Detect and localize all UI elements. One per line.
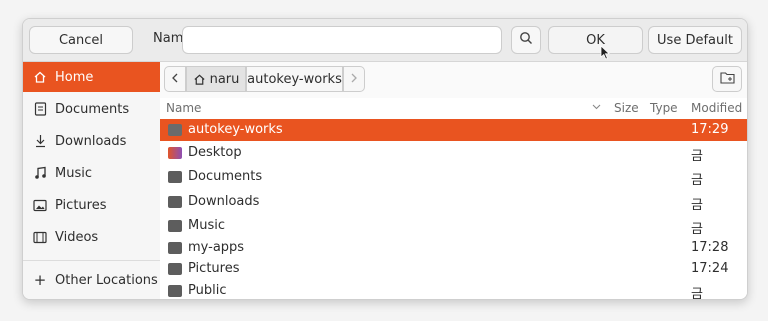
sidebar-item-other-locations[interactable]: + Other Locations [23, 265, 160, 295]
sidebar-item-videos[interactable]: Videos [23, 222, 160, 252]
sidebar-item-pictures[interactable]: Pictures [23, 190, 160, 220]
cancel-button[interactable]: Cancel [29, 26, 133, 54]
sidebar-item-label: Pictures [55, 197, 107, 213]
column-name[interactable]: Name [166, 101, 201, 115]
list-item[interactable]: Desktop 금 [160, 142, 747, 164]
search-button[interactable] [511, 26, 541, 54]
breadcrumb-current[interactable]: autokey-works [246, 66, 343, 92]
file-name: Music [188, 218, 225, 233]
chevron-left-icon [171, 72, 179, 87]
file-modified: 17:29 [691, 122, 729, 137]
use-default-button[interactable]: Use Default [648, 26, 742, 54]
column-size[interactable]: Size [614, 101, 639, 115]
sidebar-separator [23, 260, 160, 261]
file-modified: 금 [691, 198, 703, 213]
folder-icon [168, 242, 182, 254]
file-name: Desktop [188, 145, 242, 160]
path-back-button[interactable] [164, 66, 186, 92]
documents-folder-icon [168, 171, 182, 183]
file-name: Documents [188, 169, 263, 184]
breadcrumb-home[interactable]: naru [186, 66, 246, 92]
list-item[interactable]: my-apps 17:28 [160, 237, 747, 259]
file-name: Pictures [188, 261, 240, 276]
column-type[interactable]: Type [650, 101, 678, 115]
path-bar: naru autokey-works [160, 62, 747, 98]
breadcrumb-home-label: naru [209, 71, 240, 87]
file-modified: 17:24 [691, 261, 729, 276]
file-name: Downloads [188, 194, 260, 209]
file-name: Public [188, 283, 227, 298]
picture-icon [33, 199, 47, 212]
plus-icon: + [33, 271, 47, 289]
desktop-folder-icon [168, 147, 182, 159]
sidebar-item-label: Other Locations [55, 272, 158, 288]
sidebar-item-music[interactable]: Music [23, 158, 160, 188]
sort-chevron-icon [592, 100, 601, 114]
sidebar-item-home[interactable]: Home [23, 62, 160, 92]
file-name: my-apps [188, 240, 245, 255]
sidebar-item-label: Music [55, 165, 92, 181]
sidebar-item-label: Videos [55, 229, 99, 245]
sidebar-item-label: Home [55, 69, 94, 85]
mouse-cursor-icon [600, 45, 610, 64]
file-name: autokey-works [188, 122, 283, 137]
list-item[interactable]: Music 금 [160, 215, 747, 237]
file-modified: 금 [691, 173, 703, 188]
new-folder-icon [719, 71, 735, 88]
list-item[interactable]: Documents 금 [160, 166, 747, 188]
music-icon [33, 166, 47, 180]
folder-icon [168, 124, 182, 136]
file-chooser-dialog: Cancel Name OK Use Default Home Document… [22, 18, 748, 300]
path-forward-button[interactable] [343, 66, 365, 92]
document-icon [33, 102, 47, 116]
download-icon [33, 134, 47, 148]
video-icon [33, 231, 47, 244]
new-folder-button[interactable] [712, 66, 742, 92]
downloads-folder-icon [168, 196, 182, 208]
file-modified: 금 [691, 287, 703, 300]
search-icon [519, 31, 533, 49]
music-folder-icon [168, 220, 182, 232]
file-modified: 금 [691, 222, 703, 237]
name-input[interactable] [182, 26, 502, 54]
list-item[interactable]: Pictures 17:24 [160, 258, 747, 280]
chevron-right-icon [350, 72, 358, 87]
home-icon [193, 73, 206, 86]
places-sidebar: Home Documents Downloads Music Pictures [23, 62, 161, 299]
list-item[interactable]: Downloads 금 [160, 191, 747, 213]
file-modified: 17:28 [691, 240, 729, 255]
list-item[interactable]: Public 금 [160, 280, 747, 300]
sidebar-item-downloads[interactable]: Downloads [23, 126, 160, 156]
public-folder-icon [168, 285, 182, 297]
pictures-folder-icon [168, 263, 182, 275]
sidebar-item-label: Downloads [55, 133, 127, 149]
home-icon [33, 70, 47, 84]
list-item[interactable]: autokey-works 17:29 [160, 119, 747, 141]
ok-button[interactable]: OK [548, 26, 643, 54]
column-header-row: Name Size Type Modified [160, 98, 747, 118]
file-list: Name Size Type Modified autokey-works 17… [160, 98, 747, 299]
sidebar-item-label: Documents [55, 101, 130, 117]
column-modified[interactable]: Modified [691, 101, 742, 115]
file-modified: 금 [691, 149, 703, 164]
sidebar-item-documents[interactable]: Documents [23, 94, 160, 124]
dialog-header: Cancel Name OK Use Default [23, 19, 747, 62]
